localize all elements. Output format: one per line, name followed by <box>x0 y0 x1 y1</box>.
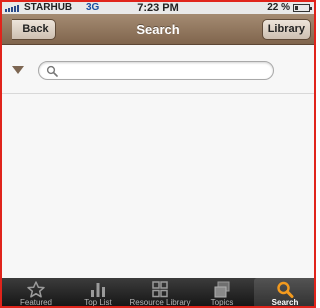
tab-search[interactable]: Search <box>254 278 314 307</box>
tab-bar: Featured Top List Resource Library Topic… <box>2 278 314 307</box>
tab-label: Search <box>271 298 299 307</box>
tab-label: Top List <box>84 298 112 307</box>
status-bar: STARHUB 3G 7:23 PM 22 % <box>2 2 314 14</box>
bar-chart-icon <box>91 283 105 297</box>
search-input[interactable] <box>61 63 265 78</box>
tab-label: Topics <box>210 298 234 307</box>
triangle-down-icon[interactable] <box>12 66 24 74</box>
grid-icon <box>152 281 168 298</box>
tab-resource-library[interactable]: Resource Library <box>129 278 191 307</box>
library-button[interactable]: Library <box>261 19 311 40</box>
tab-featured[interactable]: Featured <box>5 278 67 307</box>
tab-label: Featured <box>19 298 53 307</box>
magnifier-icon <box>277 281 294 298</box>
tab-topics[interactable]: Topics <box>191 278 253 307</box>
stack-icon <box>214 281 230 298</box>
tab-label: Resource Library <box>129 298 191 307</box>
magnifier-icon <box>46 65 58 77</box>
navigation-bar: Back Search Library <box>2 14 314 45</box>
star-icon <box>27 281 45 298</box>
search-row <box>2 46 314 94</box>
battery-icon <box>293 4 312 12</box>
battery-percent: 22 % <box>267 2 290 13</box>
search-field[interactable] <box>38 61 274 80</box>
app-frame: STARHUB 3G 7:23 PM 22 % Back Search Libr… <box>0 0 316 308</box>
tab-top-list[interactable]: Top List <box>67 278 129 307</box>
